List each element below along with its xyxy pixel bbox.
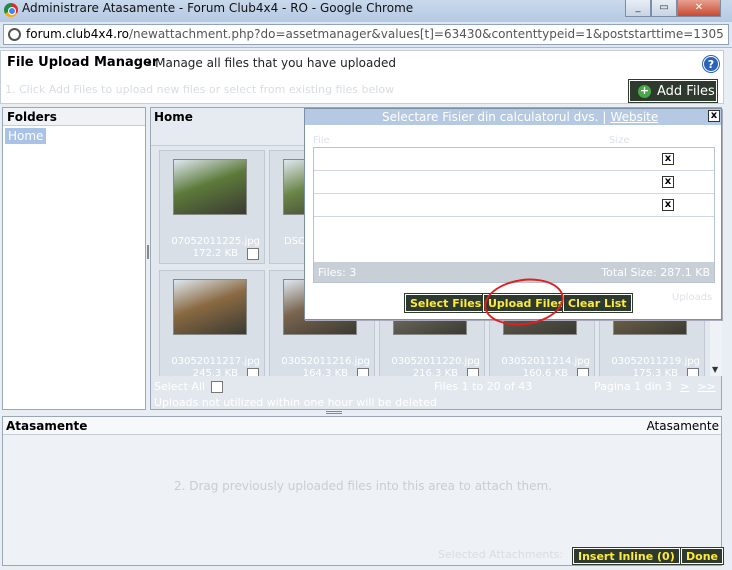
upload-notice: Uploads not utilized within one hour wil… (154, 396, 437, 409)
scroll-down-icon[interactable]: ▼ (712, 365, 718, 374)
url-host: forum.club4x4.ro (26, 27, 129, 41)
dialog-separator: | (602, 110, 607, 124)
file-count: Files 1 to 20 of 43 (434, 380, 533, 393)
address-bar: forum.club4x4.ro/newattachment.php?do=as… (0, 22, 732, 48)
file-name: 03052011216.jpg (281, 356, 370, 367)
horizontal-splitter[interactable] (326, 411, 342, 414)
insert-inline-button[interactable]: Insert Inline (0) (572, 547, 681, 565)
file-name: 03052011214.jpg (501, 356, 590, 367)
page-indicator: Pagina 1 din 3 (594, 380, 673, 393)
file-name: 03052011220.jpg (391, 356, 480, 367)
done-button[interactable]: Done (680, 547, 724, 565)
queued-file-list: x x x Files: 3 Total Size: 287.1 KB (313, 147, 715, 283)
help-icon[interactable]: ? (703, 56, 719, 72)
breadcrumb: Home (154, 110, 193, 124)
add-files-button[interactable]: + Add Files (628, 79, 718, 103)
url-text: forum.club4x4.ro/newattachment.php?do=as… (26, 27, 724, 41)
folders-pane: Folders Home (2, 107, 146, 410)
clear-list-button[interactable]: Clear List (562, 293, 633, 313)
file-checkbox[interactable] (247, 368, 259, 376)
remove-file-icon[interactable]: x (662, 176, 674, 188)
page-subtitle: - Manage all files that you have uploade… (147, 56, 396, 70)
file-size: 160.6 KB (522, 368, 568, 376)
select-files-button[interactable]: Select Files (403, 293, 488, 313)
select-all[interactable]: Select All (154, 380, 224, 393)
col-size: Size (609, 135, 630, 146)
remove-file-icon[interactable]: x (662, 153, 674, 165)
file-size: 164.3 KB (302, 368, 348, 376)
close-button[interactable]: ✕ (677, 0, 721, 17)
file-list-columns: File Size (313, 135, 715, 146)
instruction-text: 1. Click Add Files to upload new files o… (5, 83, 395, 96)
file-thumb[interactable]: 07052011225.jpg 172.2 KB (159, 150, 265, 264)
file-checkbox[interactable] (357, 368, 369, 376)
file-size: 245.3 KB (192, 368, 238, 376)
url-path: /newattachment.php?do=assetmanager&value… (128, 27, 724, 41)
dialog-title: Selectare Fisier din calculatorul dvs. (382, 110, 599, 124)
upload-manager-header: File Upload Manager - Manage all files t… (0, 50, 724, 104)
file-name: 07052011225.jpg (171, 236, 260, 247)
add-files-label: Add Files (657, 84, 715, 99)
window-titlebar: Administrare Atasamente - Forum Club4x4 … (0, 0, 732, 22)
window-title: Administrare Atasamente - Forum Club4x4 … (22, 1, 414, 15)
dialog-close-icon[interactable]: x (708, 110, 720, 122)
select-all-checkbox[interactable] (211, 381, 224, 393)
minimize-button[interactable]: _ (625, 0, 651, 17)
file-size: 172.2 KB (192, 248, 238, 259)
remove-file-icon[interactable]: x (662, 199, 674, 211)
page-title: File Upload Manager (7, 55, 159, 70)
chrome-icon (4, 3, 18, 17)
queued-file-row: x (314, 171, 714, 194)
folders-header: Folders (3, 108, 145, 126)
selected-attachments-label: Selected Attachments: (438, 548, 564, 561)
queued-file-row: x (314, 194, 714, 217)
file-image (173, 159, 247, 215)
attachments-pane: Atasamente Atasamente 2. Drag previously… (2, 416, 724, 566)
next-page-link[interactable]: > (680, 380, 689, 393)
file-image (173, 279, 247, 335)
website-link[interactable]: Website (610, 110, 658, 124)
last-page-link[interactable]: >> (697, 380, 715, 393)
dialog-header: Selectare Fisier din calculatorul dvs. | W… (305, 109, 721, 125)
folder-item-home[interactable]: Home (5, 128, 47, 144)
file-size: 175.3 KB (632, 368, 678, 376)
file-checkbox[interactable] (577, 368, 589, 376)
background-uploads-text: Uploads (672, 292, 713, 303)
attachments-title-right: Atasamente (646, 419, 719, 433)
page-icon (8, 28, 21, 41)
attachments-title: Atasamente (6, 419, 88, 433)
attachments-drop-zone[interactable]: 2. Drag previously uploaded files into t… (3, 479, 723, 493)
attachments-header: Atasamente Atasamente (3, 417, 721, 435)
file-checkbox[interactable] (687, 368, 699, 376)
col-file: File (313, 135, 330, 146)
select-all-label: Select All (154, 380, 206, 393)
queued-file-row: x (314, 148, 714, 171)
file-thumb[interactable]: 03052011217.jpg 245.3 KB (159, 270, 265, 376)
file-checkbox[interactable] (467, 368, 479, 376)
pane-splitter[interactable] (147, 245, 149, 259)
file-name: 03052011219.jpg (611, 356, 700, 367)
pagination: Pagina 1 din 3 > >> (594, 380, 716, 393)
file-list-status: Files: 3 Total Size: 287.1 KB (314, 262, 714, 282)
file-name: 03052011217.jpg (171, 356, 260, 367)
plus-icon: + (638, 84, 651, 98)
url-field[interactable]: forum.club4x4.ro/newattachment.php?do=as… (3, 24, 729, 45)
total-size: Total Size: 287.1 KB (601, 266, 710, 279)
maximize-button[interactable]: ▭ (651, 0, 677, 17)
file-checkbox[interactable] (247, 248, 259, 260)
file-size: 216.3 KB (412, 368, 458, 376)
files-count: Files: 3 (318, 266, 357, 279)
